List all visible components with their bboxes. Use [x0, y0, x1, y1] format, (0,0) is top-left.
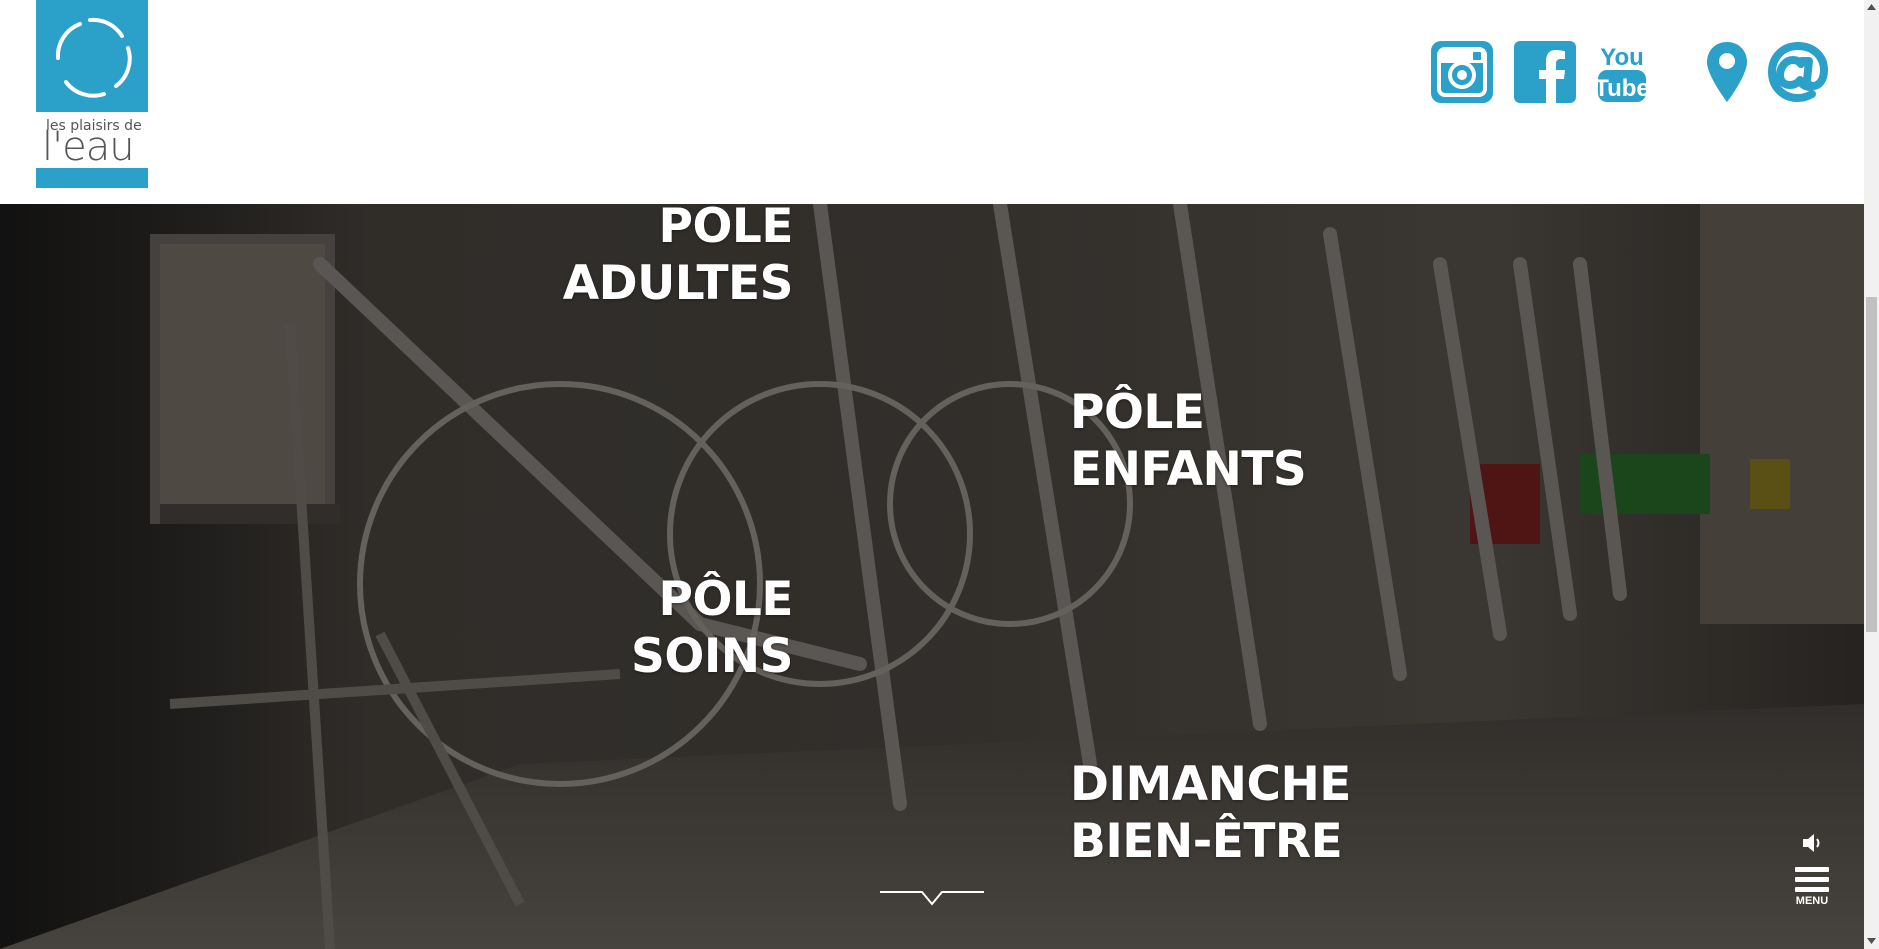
speaker-icon[interactable]: [1801, 832, 1827, 854]
site-logo[interactable]: les plaisirs de l'eau: [36, 0, 148, 188]
at-sign-icon[interactable]: [1766, 40, 1830, 104]
scroll-down-arrow-icon[interactable]: [1867, 938, 1876, 944]
pole-soins-link[interactable]: PÔLE SOINS: [631, 571, 793, 685]
page-scrollbar[interactable]: [1864, 0, 1879, 949]
logo-circle-icon: [55, 17, 132, 98]
instagram-icon[interactable]: [1431, 40, 1493, 104]
pole-adultes-line1: PÔLE: [658, 204, 794, 254]
menu-label: MENU: [1795, 895, 1829, 907]
map-pin-icon[interactable]: [1702, 40, 1752, 104]
svg-text:You: You: [1600, 44, 1644, 71]
pole-adultes-line2: ADULTES: [562, 256, 794, 311]
scroll-up-arrow-icon[interactable]: [1867, 4, 1876, 10]
hero-video: PÔLE ADULTES PÔLE ENFANTS PÔLE SOINS DIM…: [0, 204, 1864, 949]
pole-enfants-line2: ENFANTS: [1070, 442, 1307, 497]
menu-button[interactable]: MENU: [1792, 867, 1832, 919]
hamburger-icon: [1795, 867, 1829, 892]
pole-soins-line2: SOINS: [631, 629, 793, 684]
dimanche-line1: DIMANCHE: [1070, 757, 1351, 812]
site-header: les plaisirs de l'eau You Tube: [0, 0, 1864, 204]
page: les plaisirs de l'eau You Tube PÔLE ADUL…: [0, 0, 1879, 949]
scroll-down-chevron-icon[interactable]: [878, 890, 986, 916]
pole-enfants-link[interactable]: PÔLE ENFANTS: [1070, 384, 1307, 498]
logo-wordmark: l'eau: [42, 124, 135, 170]
dimanche-line2: BIEN-ÊTRE: [1070, 814, 1343, 869]
svg-text:Tube: Tube: [1596, 75, 1648, 102]
scrollbar-thumb[interactable]: [1866, 297, 1877, 632]
hero-background-image: [0, 204, 1864, 949]
pole-enfants-line1: PÔLE: [1070, 385, 1205, 440]
logo-text-box: les plaisirs de l'eau: [36, 112, 148, 170]
pole-soins-line1: PÔLE: [658, 572, 794, 627]
pole-adultes-link[interactable]: PÔLE ADULTES: [562, 204, 794, 312]
dimanche-bien-etre-link[interactable]: DIMANCHE BIEN-ÊTRE: [1070, 756, 1351, 870]
facebook-icon[interactable]: [1514, 40, 1576, 104]
youtube-icon[interactable]: You Tube: [1596, 40, 1648, 104]
